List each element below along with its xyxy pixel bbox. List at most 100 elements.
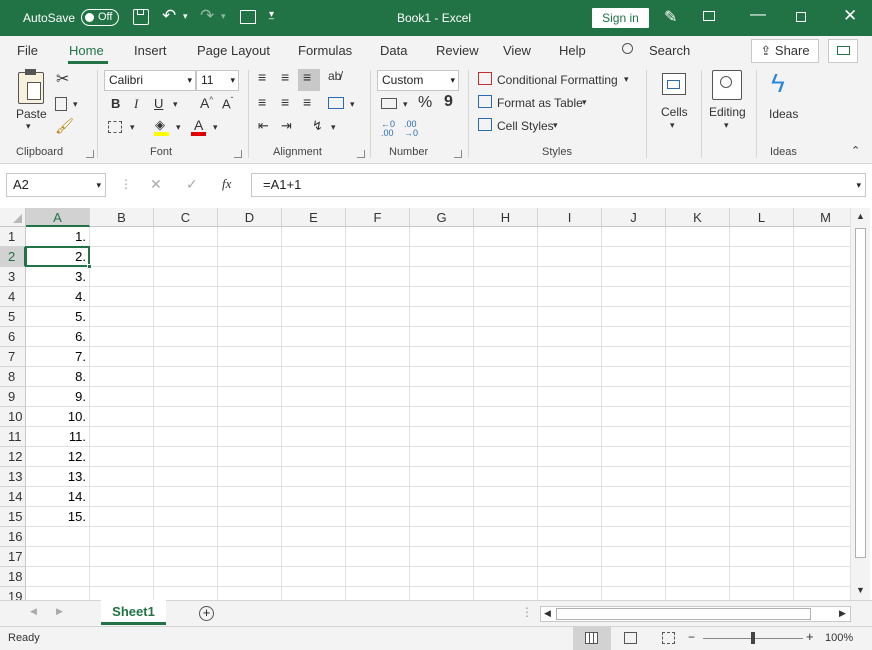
cell[interactable] bbox=[666, 227, 730, 247]
cell[interactable] bbox=[154, 487, 218, 507]
cell[interactable] bbox=[794, 227, 850, 247]
cell[interactable] bbox=[730, 567, 794, 587]
cell[interactable] bbox=[474, 447, 538, 467]
fill-handle[interactable] bbox=[87, 264, 92, 269]
cell[interactable] bbox=[666, 327, 730, 347]
cell[interactable] bbox=[218, 267, 282, 287]
cell[interactable] bbox=[538, 407, 602, 427]
cell[interactable] bbox=[474, 467, 538, 487]
cell[interactable] bbox=[218, 567, 282, 587]
cell[interactable] bbox=[410, 587, 474, 600]
tab-insert[interactable]: Insert bbox=[134, 43, 167, 58]
cell[interactable] bbox=[218, 227, 282, 247]
row-header[interactable]: 9 bbox=[0, 387, 26, 407]
tab-file[interactable]: File bbox=[17, 43, 38, 58]
column-header[interactable]: L bbox=[730, 208, 794, 227]
row-header[interactable]: 3 bbox=[0, 267, 26, 287]
zoom-slider-thumb[interactable] bbox=[751, 632, 755, 644]
cell[interactable] bbox=[346, 587, 410, 600]
cell[interactable] bbox=[474, 387, 538, 407]
cell[interactable] bbox=[346, 407, 410, 427]
cell[interactable] bbox=[218, 327, 282, 347]
cell[interactable] bbox=[410, 547, 474, 567]
cell[interactable] bbox=[730, 247, 794, 267]
cell[interactable] bbox=[730, 327, 794, 347]
cell[interactable] bbox=[90, 527, 154, 547]
accounting-format-icon[interactable] bbox=[381, 98, 397, 109]
cell[interactable] bbox=[218, 587, 282, 600]
cell[interactable] bbox=[474, 507, 538, 527]
cell[interactable] bbox=[666, 307, 730, 327]
conditional-formatting-dropdown-icon[interactable]: ▾ bbox=[624, 75, 629, 84]
cancel-entry-icon[interactable]: ✕ bbox=[150, 177, 162, 191]
cell[interactable] bbox=[90, 387, 154, 407]
scroll-down-icon[interactable]: ▼ bbox=[856, 586, 865, 595]
camera-icon[interactable] bbox=[240, 10, 256, 24]
cell[interactable] bbox=[410, 287, 474, 307]
align-bottom-icon[interactable]: ≡ bbox=[303, 70, 311, 84]
cell[interactable] bbox=[666, 267, 730, 287]
cell[interactable] bbox=[410, 247, 474, 267]
cell[interactable] bbox=[218, 387, 282, 407]
cell[interactable] bbox=[602, 507, 666, 527]
row-header[interactable]: 1 bbox=[0, 227, 26, 247]
cell[interactable] bbox=[346, 347, 410, 367]
next-sheet-icon[interactable]: ▶ bbox=[56, 607, 63, 616]
percent-button[interactable]: % bbox=[418, 95, 432, 111]
cell[interactable] bbox=[282, 427, 346, 447]
cell[interactable] bbox=[730, 487, 794, 507]
cell[interactable] bbox=[538, 467, 602, 487]
cell[interactable] bbox=[474, 307, 538, 327]
cell[interactable] bbox=[154, 407, 218, 427]
cell[interactable] bbox=[154, 327, 218, 347]
column-header[interactable]: B bbox=[90, 208, 154, 227]
cell[interactable] bbox=[666, 287, 730, 307]
name-box[interactable]: A2 ▾ bbox=[6, 173, 106, 197]
cell[interactable] bbox=[602, 247, 666, 267]
cell[interactable] bbox=[474, 427, 538, 447]
page-layout-view-icon[interactable] bbox=[624, 632, 637, 644]
cell[interactable] bbox=[218, 447, 282, 467]
redo-icon[interactable]: ↷ bbox=[200, 6, 214, 26]
cell[interactable] bbox=[26, 527, 90, 547]
cell[interactable] bbox=[730, 547, 794, 567]
cell[interactable] bbox=[282, 507, 346, 527]
cell[interactable] bbox=[666, 487, 730, 507]
cell[interactable] bbox=[474, 527, 538, 547]
cell[interactable] bbox=[602, 447, 666, 467]
paste-dropdown-icon[interactable]: ▾ bbox=[26, 122, 31, 131]
cell[interactable] bbox=[218, 367, 282, 387]
tab-view[interactable]: View bbox=[503, 43, 531, 58]
cell[interactable] bbox=[154, 367, 218, 387]
cell[interactable] bbox=[474, 347, 538, 367]
cell[interactable] bbox=[794, 287, 850, 307]
normal-view-icon[interactable] bbox=[585, 632, 598, 644]
cell[interactable] bbox=[474, 487, 538, 507]
row-header[interactable]: 14 bbox=[0, 487, 26, 507]
column-header[interactable]: G bbox=[410, 208, 474, 227]
cell[interactable] bbox=[154, 267, 218, 287]
cell[interactable] bbox=[154, 507, 218, 527]
cell[interactable] bbox=[346, 447, 410, 467]
column-header[interactable]: M bbox=[794, 208, 850, 227]
cell[interactable]: 10. bbox=[26, 407, 90, 427]
cell[interactable] bbox=[26, 587, 90, 600]
cell[interactable] bbox=[666, 367, 730, 387]
cell[interactable] bbox=[154, 247, 218, 267]
comments-button[interactable] bbox=[828, 39, 858, 63]
cell[interactable] bbox=[90, 487, 154, 507]
cell[interactable] bbox=[602, 487, 666, 507]
cell[interactable] bbox=[602, 227, 666, 247]
cell[interactable] bbox=[730, 447, 794, 467]
cell[interactable] bbox=[154, 587, 218, 600]
align-right-icon[interactable]: ≡ bbox=[303, 95, 311, 109]
cell[interactable] bbox=[26, 567, 90, 587]
cell[interactable] bbox=[794, 507, 850, 527]
cell[interactable] bbox=[410, 307, 474, 327]
cell[interactable] bbox=[282, 367, 346, 387]
cell[interactable] bbox=[794, 407, 850, 427]
cell[interactable] bbox=[218, 347, 282, 367]
cell[interactable] bbox=[410, 387, 474, 407]
cell[interactable] bbox=[90, 507, 154, 527]
cell[interactable] bbox=[90, 287, 154, 307]
